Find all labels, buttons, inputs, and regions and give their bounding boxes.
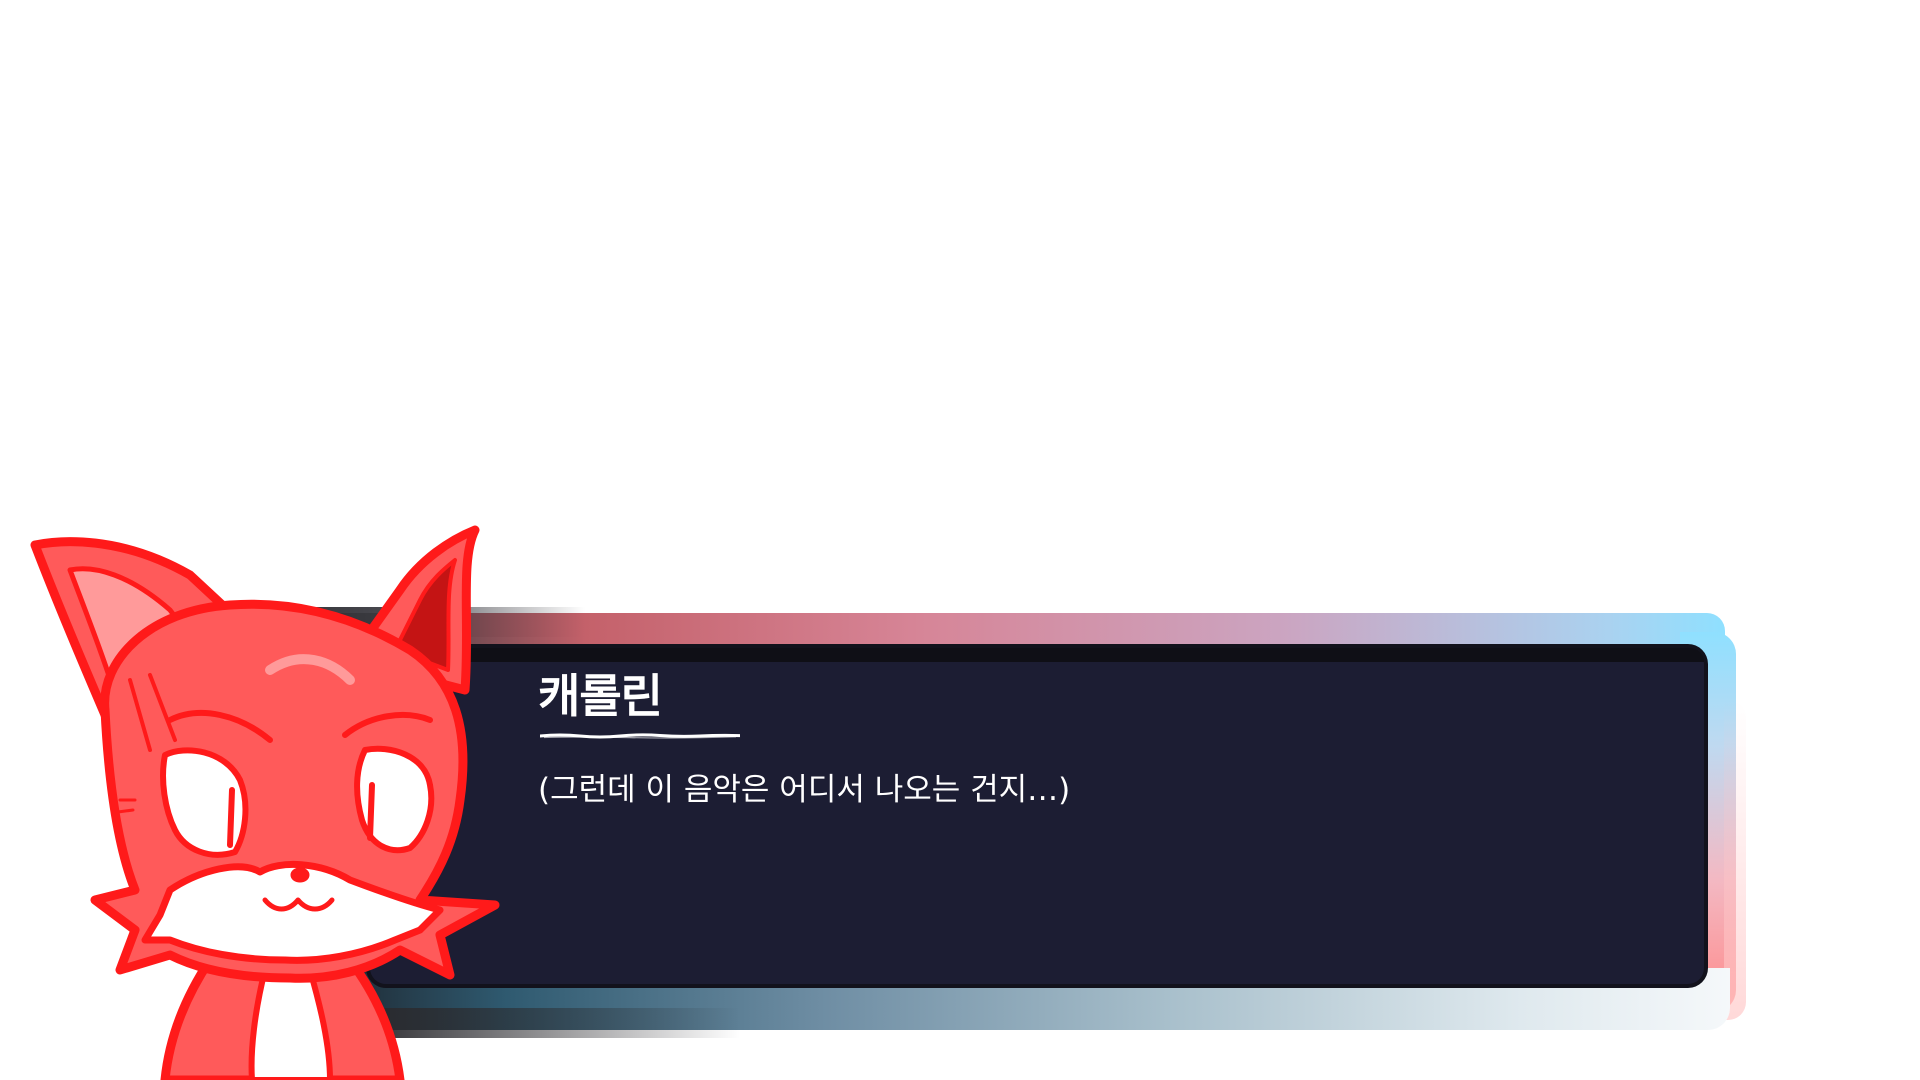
fox-character-portrait xyxy=(30,525,500,1080)
speaker-name: 캐롤린 xyxy=(538,669,663,723)
name-underline xyxy=(540,733,740,739)
character-nose xyxy=(290,867,310,883)
game-screen: 캐롤린 (그런데 이 음악은 어디서 나오는 건지…) xyxy=(0,0,1920,1080)
dialogue-text: (그런데 이 음악은 어디서 나오는 건지…) xyxy=(538,772,1071,808)
